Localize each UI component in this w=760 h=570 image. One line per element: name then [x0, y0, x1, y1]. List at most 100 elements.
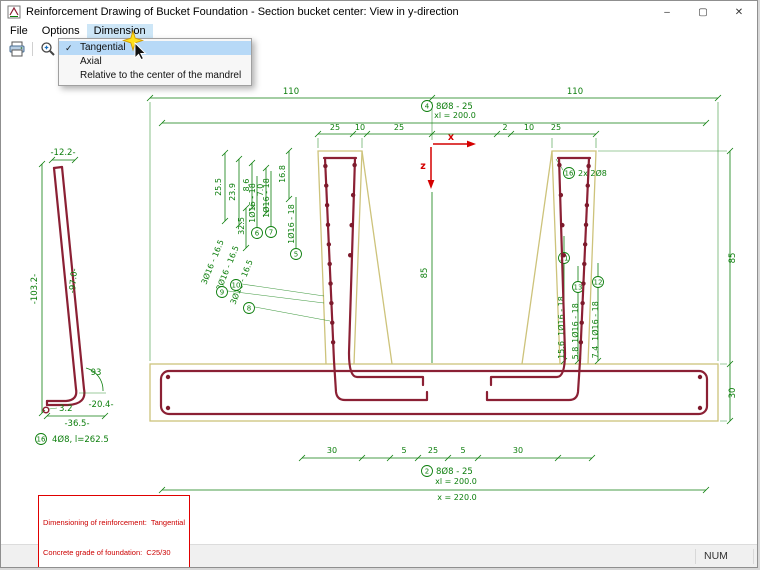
- bar-label-16: 2x 2Ø8: [578, 168, 607, 178]
- rebar-dot: [166, 375, 170, 379]
- pos-circle-12: 12: [594, 279, 603, 287]
- pos-circle-16-profile: 16: [37, 436, 46, 444]
- angle-93: 93: [91, 368, 102, 378]
- dim-20-4: -20.4-: [88, 400, 113, 410]
- toolbar-separator: [32, 42, 33, 56]
- title-bar: Reinforcement Drawing of Bucket Foundati…: [1, 1, 757, 23]
- pos-circle-7: 7: [269, 229, 273, 237]
- pos-circle-8: 8: [247, 305, 251, 313]
- z-axis-label: z: [420, 161, 426, 172]
- dim-97-0: -97.0-: [68, 268, 80, 294]
- magnifier-plus-icon: [40, 41, 56, 57]
- app-icon: [7, 5, 21, 19]
- dim-bot-30a: 30: [327, 446, 337, 455]
- pos-circle-5: 5: [294, 251, 298, 259]
- pos-circle-10: 10: [232, 282, 241, 290]
- bottom-x-total-label: x = 220.0: [437, 493, 476, 502]
- info-line-concrete: Concrete grade of foundation: C25/30: [43, 548, 185, 558]
- dim-5-8: 5.8: [571, 347, 580, 360]
- menu-bar: File Options Dimension: [1, 23, 757, 39]
- mandrel-taper-lines: [362, 151, 552, 364]
- dim-12-2: -12.2-: [50, 148, 75, 158]
- pos-circle-9: 9: [220, 289, 224, 297]
- dim-32-5: 32.5: [237, 217, 246, 235]
- window-controls: – ▢ ✕: [649, 1, 757, 23]
- bar-label-2: 8Ø8 - 25: [436, 466, 473, 477]
- close-button[interactable]: ✕: [721, 1, 757, 23]
- dim-bot-30b: 30: [513, 446, 523, 455]
- dim-center-85: 85: [420, 268, 430, 279]
- bar-label-12: 1Ø16 - 18: [590, 301, 600, 341]
- dim-seg-r3: 25: [551, 123, 561, 132]
- rebar-dot: [698, 375, 702, 379]
- menu-item-axial[interactable]: Axial: [59, 55, 251, 69]
- menu-item-label: Relative to the center of the mandrel: [80, 70, 241, 81]
- dim-seg-l3: 25: [394, 123, 404, 132]
- left-bar-marks: 25.5 23.9 8.6 7.0 16.8 32.5 1Ø16 - 18 1Ø…: [199, 148, 330, 321]
- num-indicator: NUM: [704, 550, 728, 562]
- statusbar-separator: [753, 549, 754, 564]
- dim-seg-r1: 2: [502, 123, 507, 132]
- dim-seg-r2: 10: [524, 123, 534, 132]
- drawing-canvas[interactable]: 110 110 25 10 25 2 10 25 85 85 30: [1, 59, 758, 546]
- bar-label-16-profile: 4Ø8, l=262.5: [52, 434, 109, 445]
- minimize-button[interactable]: –: [649, 1, 685, 23]
- rebar-dot: [698, 406, 702, 410]
- bar-label-13: 1Ø16 - 18: [570, 303, 580, 343]
- info-line-dimensioning: Dimensioning of reinforcement: Tangentia…: [43, 518, 185, 528]
- top-xl-label: xl = 200.0: [434, 111, 476, 120]
- info-box: Dimensioning of reinforcement: Tangentia…: [38, 495, 190, 568]
- dim-7-4: 7.4: [591, 346, 600, 359]
- window-title: Reinforcement Drawing of Bucket Foundati…: [26, 6, 459, 18]
- dim-103-2: -103.2-: [30, 274, 40, 304]
- menu-item-relative-mandrel[interactable]: Relative to the center of the mandrel: [59, 69, 251, 83]
- profile-bar-caps: [47, 167, 62, 405]
- check-icon: ✓: [65, 41, 73, 55]
- concrete-left-wall-outline: [318, 151, 362, 364]
- dim-seg-l1: 25: [330, 123, 340, 132]
- statusbar-separator: [695, 549, 696, 564]
- rebar-dot: [166, 406, 170, 410]
- bar-label-7: 1Ø16 - 18: [261, 178, 271, 218]
- menu-item-tangential[interactable]: ✓ Tangential: [59, 41, 251, 55]
- zoom-in-button[interactable]: [37, 40, 59, 58]
- dimension-menu-dropdown: ✓ Tangential Axial Relative to the cente…: [58, 38, 252, 86]
- dim-110-right: 110: [567, 87, 583, 97]
- pos-circle-6: 6: [255, 230, 260, 238]
- app-window: Reinforcement Drawing of Bucket Foundati…: [0, 0, 758, 568]
- concrete-slab-outline: [150, 364, 718, 421]
- pos-circle-13: 13: [574, 284, 583, 292]
- dim-bot-5a: 5: [401, 446, 406, 455]
- print-button[interactable]: [6, 40, 28, 58]
- rebar-slab-stirrup: [161, 371, 707, 414]
- dim-bot-5b: 5: [460, 446, 465, 455]
- dim-16-8: 16.8: [278, 165, 287, 183]
- printer-icon: [8, 41, 26, 57]
- bar-label-6: 1Ø16 - 18: [247, 183, 257, 223]
- dim-23-9: 23.9: [228, 183, 237, 201]
- x-axis-arrowhead-icon: [467, 141, 476, 148]
- radius-3-2: 3.2: [59, 404, 73, 414]
- dim-right-30: 30: [728, 388, 738, 399]
- menu-file[interactable]: File: [3, 24, 35, 38]
- bar-label-5: 1Ø16 - 18: [286, 204, 296, 244]
- pos-circle-16: 16: [565, 170, 574, 178]
- menu-dimension[interactable]: Dimension: [87, 24, 153, 38]
- left-profile-view: -12.2- -103.2- -97.0- 93 -20.4- 3.2 -36.…: [30, 148, 114, 445]
- x-axis-label: x: [448, 132, 454, 143]
- dim-36-5: -36.5-: [64, 419, 89, 429]
- dim-right-85: 85: [728, 253, 738, 264]
- bottom-xl-label: xl = 200.0: [435, 477, 477, 486]
- dim-bot-25: 25: [428, 446, 438, 455]
- menu-item-label: Axial: [80, 56, 102, 67]
- z-axis-arrowhead-icon: [428, 180, 435, 189]
- profile-bar-section-dot: [43, 407, 49, 413]
- dim-110-left: 110: [283, 87, 299, 97]
- dim-25-5: 25.5: [214, 178, 223, 196]
- menu-options[interactable]: Options: [35, 24, 87, 38]
- bar-schedule-labels: 4 8Ø8 - 25 xl = 200.0 2 8Ø8 - 25 xl = 20…: [422, 101, 477, 503]
- coordinate-axes: x z: [420, 132, 476, 189]
- dim-seg-l2: 10: [355, 123, 365, 132]
- pos-circle-2: 2: [425, 468, 429, 476]
- maximize-button[interactable]: ▢: [685, 1, 721, 23]
